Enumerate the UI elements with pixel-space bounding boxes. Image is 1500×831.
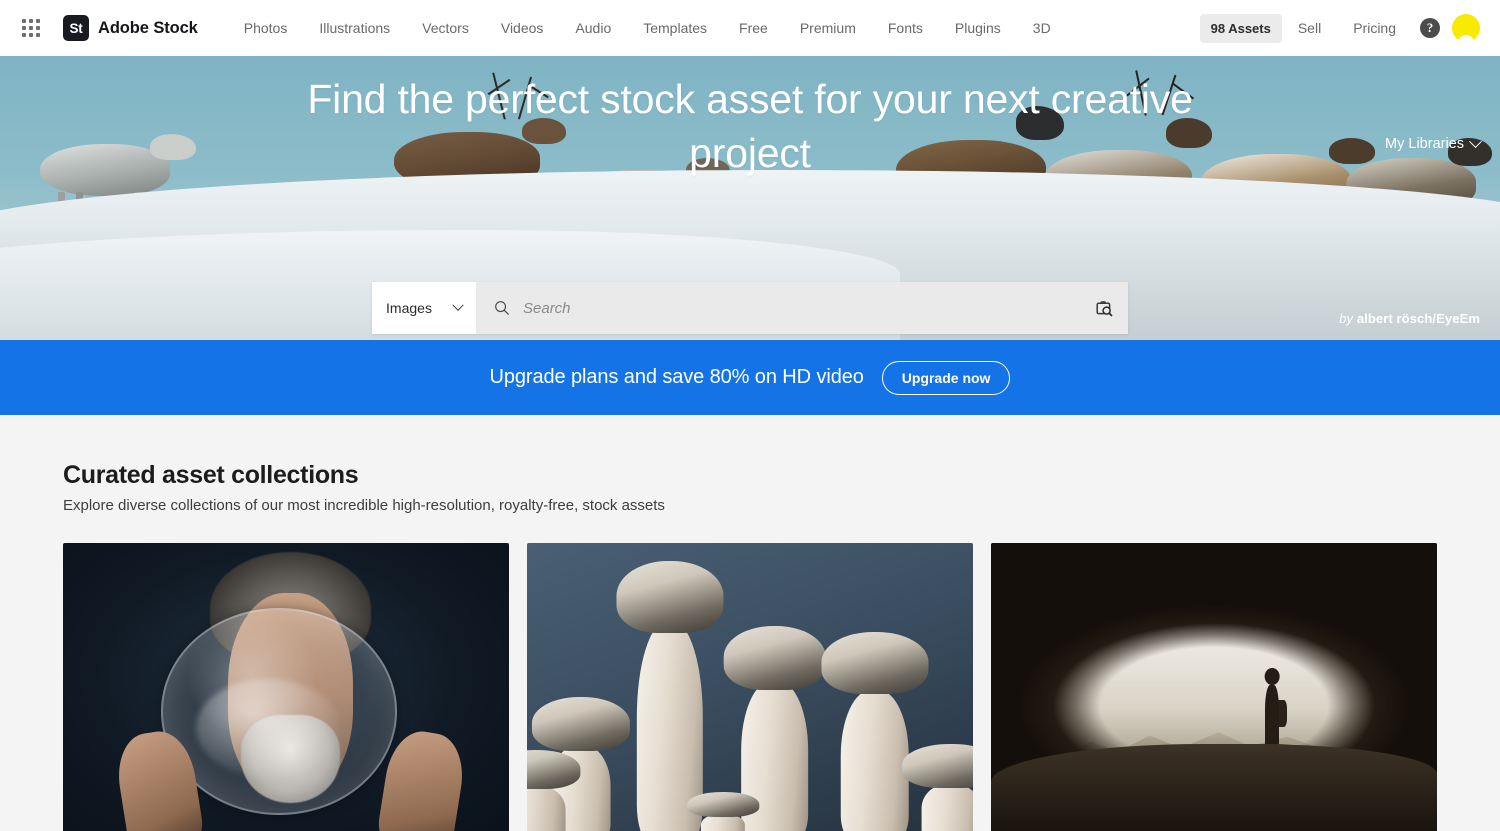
mushroom	[687, 791, 759, 831]
chevron-down-icon	[452, 299, 464, 311]
promo-banner: Upgrade plans and save 80% on HD video U…	[0, 340, 1500, 415]
nav-link-vectors[interactable]: Vectors	[406, 0, 485, 56]
section-title: Curated asset collections	[63, 461, 359, 489]
help-icon[interactable]: ?	[1420, 18, 1440, 38]
nav-link-pricing[interactable]: Pricing	[1337, 20, 1412, 36]
collection-card-3[interactable]	[991, 543, 1437, 831]
nav-link-plugins[interactable]: Plugins	[939, 0, 1017, 56]
collection-card-2[interactable]	[527, 543, 973, 831]
brand-name: Adobe Stock	[98, 18, 198, 37]
mushroom	[616, 560, 724, 831]
chevron-down-icon	[1469, 134, 1482, 148]
search-input[interactable]	[523, 299, 1082, 317]
primary-nav-links: Photos Illustrations Vectors Videos Audi…	[228, 0, 1067, 56]
search-bar: Images	[372, 282, 1128, 334]
collection-card-1[interactable]	[63, 543, 509, 831]
collections-inner: Curated asset collections Explore divers…	[63, 461, 1437, 831]
nav-link-videos[interactable]: Videos	[485, 0, 560, 56]
nav-link-illustrations[interactable]: Illustrations	[303, 0, 406, 56]
nav-link-sell[interactable]: Sell	[1282, 20, 1337, 36]
search-type-label: Images	[386, 300, 432, 316]
my-libraries-label: My Libraries	[1385, 136, 1464, 152]
top-navigation-bar: St Adobe Stock Photos Illustrations Vect…	[0, 0, 1500, 56]
stock-logo-mark: St	[63, 15, 89, 41]
app-grid-icon[interactable]	[20, 17, 42, 39]
collections-grid	[63, 543, 1437, 831]
hero-attribution: by albert rösch/EyeEm	[1339, 311, 1480, 326]
nav-link-fonts[interactable]: Fonts	[872, 0, 939, 56]
upgrade-now-button[interactable]: Upgrade now	[881, 360, 1011, 395]
search-type-dropdown[interactable]: Images	[372, 282, 476, 334]
card1-glass-sphere	[161, 608, 398, 816]
attribution-author: albert rösch/EyeEm	[1356, 311, 1480, 326]
nav-link-3d[interactable]: 3D	[1017, 0, 1067, 56]
mushroom	[901, 744, 973, 831]
nav-link-free[interactable]: Free	[723, 0, 784, 56]
section-subtitle: Explore diverse collections of our most …	[63, 497, 665, 514]
promo-text: Upgrade plans and save 80% on HD video	[489, 366, 864, 388]
attribution-prefix: by	[1339, 311, 1354, 326]
avatar[interactable]	[1452, 14, 1480, 42]
search-field[interactable]	[476, 282, 1128, 334]
nav-link-templates[interactable]: Templates	[627, 0, 723, 56]
hero-banner: Find the perfect stock asset for your ne…	[0, 56, 1500, 340]
adobe-stock-logo[interactable]: St Adobe Stock	[63, 15, 198, 41]
camera-search-icon[interactable]	[1095, 299, 1114, 318]
nav-link-photos[interactable]: Photos	[228, 0, 304, 56]
curated-collections-section: Curated asset collections Explore divers…	[0, 415, 1500, 831]
page-title: Find the perfect stock asset for your ne…	[307, 76, 1193, 176]
assets-count-badge[interactable]: 98 Assets	[1199, 13, 1282, 43]
nav-link-premium[interactable]: Premium	[784, 0, 872, 56]
mushroom	[527, 750, 581, 831]
nav-right-group: 98 Assets Sell Pricing ?	[1199, 13, 1482, 43]
nav-link-audio[interactable]: Audio	[559, 0, 627, 56]
card3-rock-foreground	[991, 744, 1437, 831]
my-libraries-button[interactable]: My Libraries	[1385, 134, 1482, 152]
search-icon	[495, 301, 510, 316]
